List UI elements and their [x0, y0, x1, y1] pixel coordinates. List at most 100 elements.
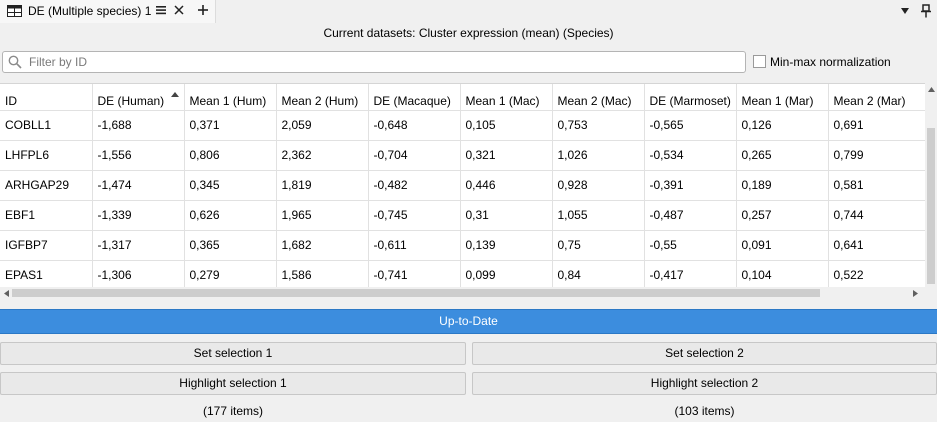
- table-cell-id[interactable]: IGFBP7: [0, 230, 93, 261]
- table-cell[interactable]: 0,806: [184, 140, 277, 171]
- table-row[interactable]: EBF1 -1,339 0,626 1,965 -0,745 0,31 1,055 -0,48…: [0, 200, 925, 231]
- table-cell[interactable]: 1,965: [276, 200, 369, 231]
- table-cell[interactable]: 2,059: [276, 110, 369, 141]
- column-header-mean1-hum[interactable]: Mean 1 (Hum): [184, 84, 277, 111]
- selection-2-count: (103 items): [674, 404, 735, 418]
- table-cell[interactable]: -0,611: [368, 230, 461, 261]
- set-selection-1-button[interactable]: Set selection 1: [0, 342, 466, 365]
- table-cell[interactable]: -0,417: [644, 260, 737, 287]
- table-cell[interactable]: 0,626: [184, 200, 277, 231]
- column-header-mean1-mar[interactable]: Mean 1 (Mar): [736, 84, 829, 111]
- table-cell[interactable]: 0,84: [552, 260, 645, 287]
- table-cell[interactable]: -0,534: [644, 140, 737, 171]
- table-cell-id[interactable]: EPAS1: [0, 260, 93, 287]
- column-header-mean2-mar[interactable]: Mean 2 (Mar): [828, 84, 925, 111]
- table-row[interactable]: COBLL1 -1,688 0,371 2,059 -0,648 0,105 0,753 -0…: [0, 110, 925, 141]
- filter-box[interactable]: [2, 51, 746, 73]
- table-cell-id[interactable]: ARHGAP29: [0, 170, 93, 201]
- table-cell[interactable]: 0,345: [184, 170, 277, 201]
- table-cell[interactable]: 0,189: [736, 170, 829, 201]
- tab-bar: DE (Multiple species) 1: [0, 0, 937, 23]
- table-cell[interactable]: 0,446: [460, 170, 553, 201]
- table-cell[interactable]: 0,365: [184, 230, 277, 261]
- table-row[interactable]: IGFBP7 -1,317 0,365 1,682 -0,611 0,139 0,75 -0,…: [0, 230, 925, 261]
- table-cell[interactable]: 0,522: [828, 260, 925, 287]
- table-cell[interactable]: 1,055: [552, 200, 645, 231]
- set-selection-2-button[interactable]: Set selection 2: [472, 342, 937, 365]
- menu-icon[interactable]: [154, 3, 168, 17]
- table-cell[interactable]: 0,105: [460, 110, 553, 141]
- table-cell[interactable]: 0,104: [736, 260, 829, 287]
- table-icon: [7, 5, 22, 17]
- table-cell[interactable]: 0,257: [736, 200, 829, 231]
- horizontal-scroll-thumb[interactable]: [12, 289, 820, 297]
- table-cell[interactable]: 0,139: [460, 230, 553, 261]
- de-table: ID DE (Human) Mean 1 (Hum) Mean 2 (Hum) …: [0, 83, 925, 287]
- table-cell[interactable]: -0,482: [368, 170, 461, 201]
- column-header-id[interactable]: ID: [0, 84, 93, 111]
- close-icon[interactable]: [173, 4, 185, 16]
- table-cell[interactable]: 0,799: [828, 140, 925, 171]
- column-header-mean1-mac[interactable]: Mean 1 (Mac): [460, 84, 553, 111]
- table-cell[interactable]: 0,753: [552, 110, 645, 141]
- table-cell[interactable]: -0,487: [644, 200, 737, 231]
- table-cell[interactable]: 0,744: [828, 200, 925, 231]
- horizontal-scrollbar[interactable]: [0, 287, 925, 299]
- table-cell[interactable]: 2,362: [276, 140, 369, 171]
- table-cell[interactable]: 1,586: [276, 260, 369, 287]
- filter-input[interactable]: [29, 53, 729, 71]
- table-row[interactable]: LHFPL6 -1,556 0,806 2,362 -0,704 0,321 1,026 -0…: [0, 140, 925, 171]
- table-cell[interactable]: -1,306: [92, 260, 185, 287]
- table-cell[interactable]: -0,704: [368, 140, 461, 171]
- table-cell[interactable]: -1,556: [92, 140, 185, 171]
- table-cell[interactable]: -0,55: [644, 230, 737, 261]
- table-cell[interactable]: -0,745: [368, 200, 461, 231]
- column-header-de-human[interactable]: DE (Human): [92, 84, 185, 111]
- table-cell[interactable]: 0,126: [736, 110, 829, 141]
- scroll-left-icon[interactable]: [4, 290, 9, 297]
- table-cell[interactable]: 0,641: [828, 230, 925, 261]
- column-header-mean2-mac[interactable]: Mean 2 (Mac): [552, 84, 645, 111]
- table-cell[interactable]: -0,741: [368, 260, 461, 287]
- table-cell[interactable]: 0,75: [552, 230, 645, 261]
- table-cell[interactable]: -0,648: [368, 110, 461, 141]
- table-row[interactable]: EPAS1 -1,306 0,279 1,586 -0,741 0,099 0,84 -0,4…: [0, 260, 925, 287]
- table-cell-id[interactable]: EBF1: [0, 200, 93, 231]
- minmax-normalization-checkbox[interactable]: [753, 55, 766, 68]
- highlight-selection-1-button[interactable]: Highlight selection 1: [0, 372, 466, 395]
- vertical-scrollbar[interactable]: [925, 83, 937, 287]
- vertical-scroll-thumb[interactable]: [927, 128, 935, 284]
- table-cell[interactable]: 0,691: [828, 110, 925, 141]
- table-cell[interactable]: -1,317: [92, 230, 185, 261]
- scroll-up-icon[interactable]: [928, 87, 935, 92]
- tab-de-multiple-species[interactable]: DE (Multiple species) 1: [0, 0, 216, 23]
- column-header-de-macaque[interactable]: DE (Macaque): [368, 84, 461, 111]
- table-row[interactable]: ARHGAP29 -1,474 0,345 1,819 -0,482 0,446 0,928…: [0, 170, 925, 201]
- table-cell[interactable]: 0,321: [460, 140, 553, 171]
- column-header-mean2-hum[interactable]: Mean 2 (Hum): [276, 84, 369, 111]
- table-cell[interactable]: 1,026: [552, 140, 645, 171]
- highlight-selection-2-button[interactable]: Highlight selection 2: [472, 372, 937, 395]
- table-cell[interactable]: 0,265: [736, 140, 829, 171]
- table-cell-id[interactable]: LHFPL6: [0, 140, 93, 171]
- table-cell[interactable]: -0,391: [644, 170, 737, 201]
- table-cell[interactable]: 0,091: [736, 230, 829, 261]
- table-cell[interactable]: -1,339: [92, 200, 185, 231]
- table-cell[interactable]: 0,371: [184, 110, 277, 141]
- table-cell[interactable]: 1,819: [276, 170, 369, 201]
- table-cell[interactable]: 0,279: [184, 260, 277, 287]
- table-cell[interactable]: 0,099: [460, 260, 553, 287]
- column-header-de-marmoset[interactable]: DE (Marmoset): [644, 84, 737, 111]
- table-cell[interactable]: 0,31: [460, 200, 553, 231]
- dropdown-arrow-icon[interactable]: [900, 7, 910, 15]
- table-cell[interactable]: 1,682: [276, 230, 369, 261]
- table-cell[interactable]: 0,581: [828, 170, 925, 201]
- pin-icon[interactable]: [920, 4, 932, 18]
- table-cell[interactable]: -1,688: [92, 110, 185, 141]
- table-cell-id[interactable]: COBLL1: [0, 110, 93, 141]
- scroll-right-icon[interactable]: [913, 290, 918, 297]
- table-cell[interactable]: -0,565: [644, 110, 737, 141]
- table-cell[interactable]: 0,928: [552, 170, 645, 201]
- add-tab-icon[interactable]: [197, 4, 209, 16]
- table-cell[interactable]: -1,474: [92, 170, 185, 201]
